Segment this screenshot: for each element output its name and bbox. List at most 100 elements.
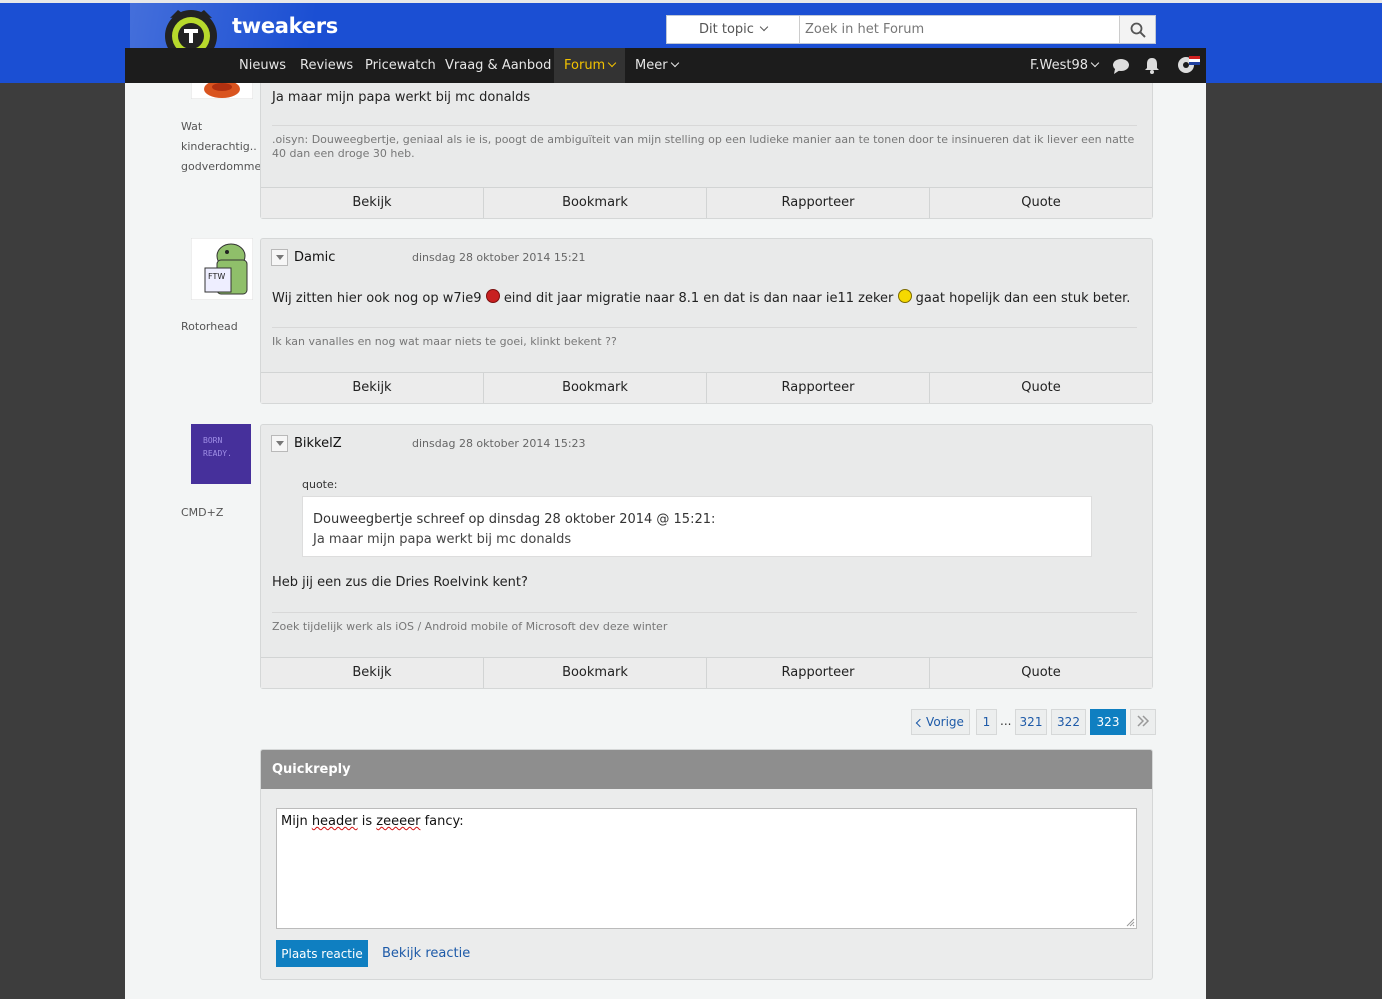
quote-header: Douweegbertje schreef op dinsdag 28 okto…: [313, 512, 716, 527]
page-link-322[interactable]: 322: [1051, 709, 1086, 735]
post-message: Heb jij een zus die Dries Roelvink kent?: [272, 575, 528, 590]
avatar-image: [190, 83, 254, 100]
settings-gear-icon[interactable]: [1175, 54, 1201, 76]
search-icon: [1130, 22, 1146, 38]
notifications-bell-icon[interactable]: [1144, 57, 1160, 74]
messages-icon[interactable]: [1112, 58, 1130, 74]
user-name: F.West98: [1030, 58, 1089, 73]
quote-block: Douweegbertje schreef op dinsdag 28 okto…: [302, 496, 1092, 557]
post-author[interactable]: BikkelZ: [294, 436, 412, 451]
post-message: Wij zitten hier ook nog op w7ie9 eind di…: [272, 289, 1130, 306]
post-menu-dropdown[interactable]: [271, 249, 288, 266]
avatar-text: BORN READY.: [203, 434, 251, 460]
post-menu-dropdown[interactable]: [271, 435, 288, 452]
post-message-text: gaat hopelijk dan een stuk beter.: [915, 291, 1131, 306]
nav-forum-label: Forum: [564, 58, 606, 73]
user-title: CMD+Z: [181, 506, 224, 519]
nav-reviews[interactable]: Reviews: [300, 48, 353, 83]
site-logo-text[interactable]: tweakers: [232, 14, 338, 38]
forum-content: Wat kinderachtig.. godverdomme Ja maar m…: [125, 83, 1206, 999]
preview-reply-link[interactable]: Bekijk reactie: [382, 946, 470, 961]
post-author[interactable]: Damic: [294, 250, 412, 265]
quote-button[interactable]: Quote: [930, 373, 1152, 403]
user-title: Wat kinderachtig.. godverdomme: [181, 117, 261, 177]
chevron-down-icon: [759, 22, 769, 31]
search-input[interactable]: [800, 16, 1119, 43]
quote-button[interactable]: Quote: [930, 188, 1152, 218]
user-menu[interactable]: F.West98: [1030, 48, 1100, 83]
avatar[interactable]: FTW: [190, 237, 254, 301]
avatar-text-line: BORN: [203, 436, 223, 445]
reply-text: fancy:: [420, 814, 464, 829]
forum-search: Dit topic: [666, 15, 1156, 44]
reply-textarea[interactable]: Mijn header is zeeeer fancy:: [276, 808, 1137, 929]
report-button[interactable]: Rapporteer: [707, 373, 930, 403]
quote-button[interactable]: Quote: [930, 658, 1152, 688]
user-title: Rotorhead: [181, 320, 238, 333]
post-message-text: eind dit jaar migratie naar 8.1 en dat i…: [503, 291, 894, 306]
avatar-image: FTW: [190, 237, 254, 301]
user-title-line: kinderachtig..: [181, 140, 257, 153]
prev-page-button[interactable]: Vorige: [911, 709, 970, 735]
forum-post: Ja maar mijn papa werkt bij mc donalds .…: [260, 83, 1153, 219]
quote-label: quote:: [302, 478, 338, 491]
post-date: dinsdag 28 oktober 2014 15:23: [412, 437, 586, 450]
smiley-icon: [897, 289, 912, 303]
post-message-text: Wij zitten hier ook nog op w7ie9: [272, 291, 482, 306]
view-button[interactable]: Bekijk: [261, 658, 484, 688]
next-page-button[interactable]: [1130, 709, 1156, 735]
report-button[interactable]: Rapporteer: [707, 658, 930, 688]
pagination-ellipsis: ...: [1000, 714, 1012, 728]
tweakers-logo-icon[interactable]: [160, 6, 222, 52]
avatar[interactable]: BORN READY.: [191, 424, 251, 484]
search-scope-select[interactable]: Dit topic: [667, 16, 800, 43]
post-signature: Zoek tijdelijk werk als iOS / Android mo…: [272, 612, 1137, 634]
user-title-line: godverdomme: [181, 160, 262, 173]
reply-text: is: [357, 814, 377, 829]
post-reply-button[interactable]: Plaats reactie: [276, 940, 368, 967]
resize-handle-icon[interactable]: [1125, 917, 1135, 927]
post-signature: .oisyn: Douweegbertje, geniaal als ie is…: [272, 125, 1137, 161]
post-header: BikkelZ dinsdag 28 oktober 2014 15:23: [271, 435, 586, 452]
chevron-down-icon: [1090, 58, 1100, 68]
reply-text: Mijn: [281, 814, 312, 829]
report-button[interactable]: Rapporteer: [707, 188, 930, 218]
post-date: dinsdag 28 oktober 2014 15:21: [412, 251, 586, 264]
page-link-current[interactable]: 323: [1090, 709, 1126, 735]
quote-text: Ja maar mijn papa werkt bij mc donalds: [313, 532, 572, 547]
forum-post: Damic dinsdag 28 oktober 2014 15:21 Wij …: [260, 238, 1153, 404]
chevron-left-icon: [915, 718, 925, 728]
page-link-321[interactable]: 321: [1015, 709, 1047, 735]
forum-post: BikkelZ dinsdag 28 oktober 2014 15:23 qu…: [260, 424, 1153, 689]
post-actions: Bekijk Bookmark Rapporteer Quote: [261, 372, 1152, 403]
avatar[interactable]: [190, 83, 254, 100]
post-signature: Ik kan vanalles en nog wat maar niets te…: [272, 327, 1137, 349]
nav-nieuws[interactable]: Nieuws: [239, 48, 286, 83]
nav-vraag-aanbod[interactable]: Vraag & Aanbod: [445, 48, 551, 83]
chevron-down-icon: [670, 58, 679, 68]
prev-page-label: Vorige: [926, 715, 964, 729]
quickreply-title: Quickreply: [261, 750, 1152, 789]
pagination: Vorige 1 ... 321 322 323: [125, 709, 1206, 735]
main-nav: Nieuws Reviews Pricewatch Vraag & Aanbod…: [125, 48, 1206, 83]
nav-meer-label: Meer: [635, 58, 668, 73]
search-button[interactable]: [1119, 16, 1155, 43]
quickreply-panel: Quickreply Mijn header is zeeeer fancy: …: [260, 749, 1153, 980]
svg-text:FTW: FTW: [208, 272, 225, 281]
avatar-text-line: READY.: [203, 449, 232, 458]
angry-smiley-icon: [485, 289, 500, 303]
post-actions: Bekijk Bookmark Rapporteer Quote: [261, 187, 1152, 218]
page-link-first[interactable]: 1: [976, 709, 997, 735]
view-button[interactable]: Bekijk: [261, 373, 484, 403]
reply-text-misspelled: header: [311, 814, 358, 829]
double-chevron-right-icon: [1137, 715, 1150, 727]
chevron-down-icon: [607, 58, 617, 68]
nav-forum[interactable]: Forum: [554, 48, 626, 83]
bookmark-button[interactable]: Bookmark: [484, 658, 707, 688]
post-message: Ja maar mijn papa werkt bij mc donalds: [272, 90, 531, 105]
view-button[interactable]: Bekijk: [261, 188, 484, 218]
nav-meer[interactable]: Meer: [635, 48, 679, 83]
nav-pricewatch[interactable]: Pricewatch: [365, 48, 436, 83]
bookmark-button[interactable]: Bookmark: [484, 373, 707, 403]
bookmark-button[interactable]: Bookmark: [484, 188, 707, 218]
